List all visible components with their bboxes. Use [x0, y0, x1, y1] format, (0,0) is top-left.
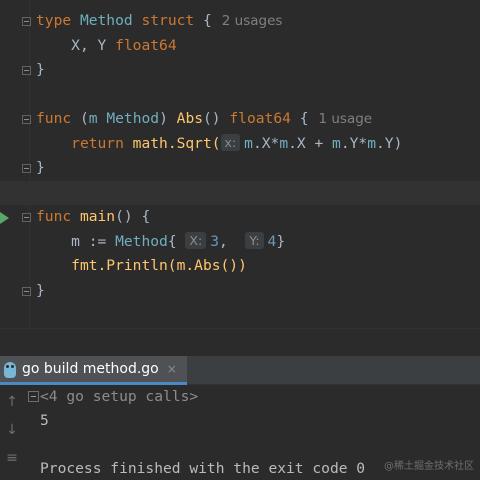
expr-part: .Y*: [340, 134, 368, 152]
close-brace: }: [36, 281, 45, 299]
run-tab-label: go build method.go: [22, 361, 159, 377]
method-name: Abs: [176, 110, 204, 127]
receiver-var: m: [367, 134, 376, 152]
code-line-5[interactable]: func (m Method) Abs() float64 {1 usage: [0, 107, 480, 132]
keyword-struct: struct: [141, 12, 195, 29]
receiver-var: m: [332, 134, 341, 152]
receiver-var: m: [279, 134, 289, 152]
receiver-var: m: [244, 134, 253, 152]
value-x: 3: [210, 232, 219, 250]
keyword-func: func: [36, 110, 72, 127]
return-type: float64: [229, 110, 291, 127]
setup-calls-line[interactable]: <4 go setup calls>: [28, 385, 198, 409]
receiver-open-paren: (: [79, 110, 89, 127]
code-line-1[interactable]: type Method struct {2 usages: [0, 9, 480, 34]
close-brace: }: [276, 232, 286, 250]
close-brace: }: [36, 159, 45, 176]
fold-end-icon[interactable]: [22, 164, 31, 173]
code-line-7[interactable]: }: [0, 156, 480, 181]
code-line-2[interactable]: X, Y float64: [0, 34, 480, 59]
comma: ,: [218, 232, 228, 250]
arrow-down-icon[interactable]: ↓: [3, 421, 21, 439]
soft-wrap-icon[interactable]: ≡: [3, 449, 21, 467]
field-hint-y: Y:: [245, 231, 264, 249]
fold-collapse-icon[interactable]: [22, 17, 31, 26]
fold-end-icon[interactable]: [22, 66, 31, 75]
open-brace: {: [299, 110, 309, 127]
function-name-main: main: [79, 208, 116, 225]
fold-end-icon[interactable]: [22, 286, 31, 296]
panel-splitter[interactable]: [0, 328, 480, 356]
run-tool-window: go build method.go × ↑ ↓ ≡ <4 go setup c…: [0, 328, 480, 480]
run-tab-bar: go build method.go ×: [0, 356, 480, 385]
program-output: 5: [40, 412, 49, 429]
method-params: (): [203, 110, 221, 127]
function-signature-rest: () {: [115, 208, 151, 225]
code-line-11[interactable]: fmt.Println(m.Abs()): [0, 254, 480, 279]
keyword-type: type: [36, 12, 72, 29]
receiver-type: Method: [106, 110, 160, 127]
println-call: fmt.Println(m.Abs()): [71, 257, 247, 274]
close-icon[interactable]: ×: [167, 362, 177, 376]
fold-collapse-icon[interactable]: [22, 213, 31, 222]
code-line-10[interactable]: m := Method{ X: 3, Y: 4}: [0, 230, 480, 255]
code-line-12[interactable]: }: [0, 279, 480, 304]
receiver-close-paren: ): [159, 110, 168, 127]
fold-collapse-icon[interactable]: [22, 115, 31, 124]
keyword-func: func: [36, 208, 72, 225]
sqrt-call: math.Sqrt(: [132, 134, 221, 152]
param-hint-x: x:: [220, 133, 241, 151]
arrow-up-icon[interactable]: ↑: [3, 393, 21, 411]
keyword-return: return: [71, 134, 124, 152]
field-hint-x: X:: [185, 231, 207, 249]
struct-literal-type: Method: [115, 232, 168, 250]
expr-part: .X*: [252, 134, 280, 152]
exit-message: Process finished with the exit code 0: [40, 460, 366, 477]
receiver-var: m: [88, 110, 98, 127]
gopher-icon: [4, 362, 16, 378]
open-brace: {: [167, 232, 177, 250]
open-brace: {: [202, 12, 212, 29]
assignment: m :=: [71, 232, 116, 250]
current-line-highlight[interactable]: [0, 180, 480, 205]
run-side-toolbar: ↑ ↓ ≡: [0, 385, 24, 480]
setup-calls-text: <4 go setup calls>: [40, 388, 199, 405]
expr-part: .X +: [288, 134, 333, 152]
struct-name: Method: [79, 12, 133, 29]
code-line-9[interactable]: func main() {: [0, 205, 480, 230]
code-editor[interactable]: type Method struct {2 usages X, Y float6…: [0, 0, 480, 328]
field-type: float64: [115, 36, 177, 54]
code-line-6[interactable]: return math.Sqrt(x: m.X*m.X + m.Y*m.Y): [0, 132, 480, 157]
watermark: @稀土掘金技术社区: [384, 461, 474, 472]
close-brace: }: [36, 61, 45, 78]
tab-go-build[interactable]: go build method.go ×: [0, 356, 187, 385]
usages-hint[interactable]: 2 usages: [222, 13, 283, 29]
field-names: X, Y: [71, 36, 107, 54]
expr-part: .Y): [376, 134, 403, 152]
run-gutter-icon[interactable]: [0, 212, 9, 224]
expand-icon[interactable]: [28, 391, 39, 402]
code-line-3[interactable]: }: [0, 58, 480, 83]
usages-hint[interactable]: 1 usage: [319, 111, 373, 127]
